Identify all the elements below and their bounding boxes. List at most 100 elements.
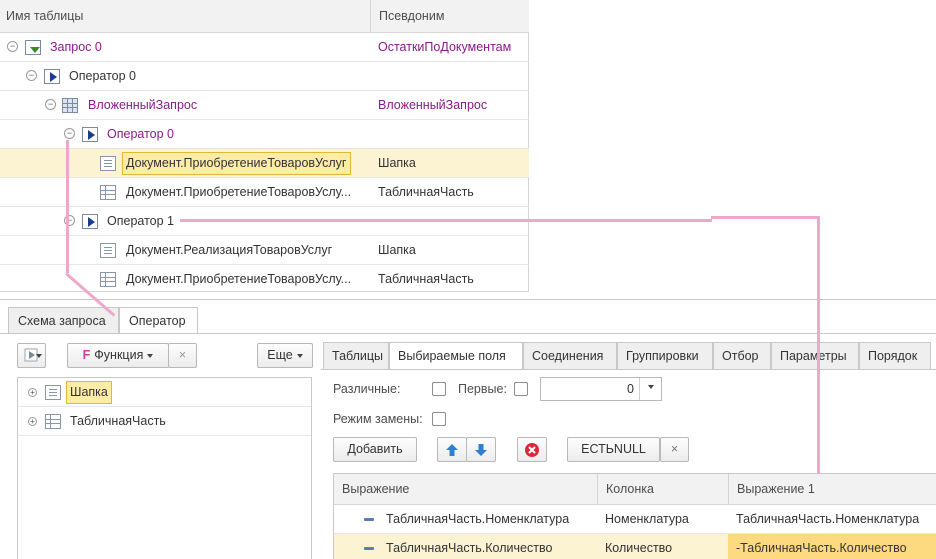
table-icon xyxy=(45,414,61,429)
annotation-line xyxy=(66,140,69,273)
tree-row-nested-query[interactable]: − ВложенныйЗапрос ВложенныйЗапрос xyxy=(0,91,529,120)
collapse-icon[interactable]: − xyxy=(26,70,37,81)
table-icon xyxy=(100,272,116,287)
query-icon xyxy=(25,40,41,55)
delete-field-button[interactable] xyxy=(517,437,547,462)
replace-mode-label: Режим замены: xyxy=(333,412,423,426)
tab-tables[interactable]: Таблицы xyxy=(323,342,389,370)
cell-column: Номенклатура xyxy=(605,512,689,526)
tree-row-name: Документ.ПриобретениеТоваровУслуг xyxy=(122,152,351,175)
first-checkbox[interactable] xyxy=(514,382,528,396)
move-down-button[interactable] xyxy=(466,437,496,462)
tab-order[interactable]: Порядок xyxy=(859,342,931,370)
tree-row-alias: ТабличнаяЧасть xyxy=(378,185,474,199)
tree-row-name: Документ.РеализацияТоваровУслуг xyxy=(126,243,333,257)
function-button[interactable]: F Функция xyxy=(67,343,169,368)
annotation-line xyxy=(180,219,712,222)
expand-icon[interactable]: + xyxy=(28,388,37,397)
tree-row-query-0[interactable]: − Запрос 0 ОстаткиПоДокументам xyxy=(0,33,529,62)
more-button[interactable]: Еще xyxy=(257,343,313,368)
isnull-button[interactable]: ЕСТЬNULL xyxy=(567,437,660,462)
distinct-checkbox[interactable] xyxy=(432,382,446,396)
operator-icon xyxy=(82,214,98,229)
collapse-icon[interactable]: − xyxy=(7,41,18,52)
tree-row-name: Оператор 0 xyxy=(107,127,174,141)
grid-column-expression-1[interactable]: Выражение 1 xyxy=(728,474,936,505)
annotation-line xyxy=(817,216,820,474)
collapse-icon[interactable]: − xyxy=(45,99,56,110)
tab-selected-fields[interactable]: Выбираемые поля xyxy=(389,342,523,370)
tree-column-alias[interactable]: Псевдоним xyxy=(370,0,529,33)
list-item-header-table[interactable]: + Шапка xyxy=(18,378,311,407)
chevron-down-icon xyxy=(36,354,42,358)
cell-column: Количество xyxy=(605,541,673,555)
tab-operator[interactable]: Оператор xyxy=(119,307,198,334)
field-icon xyxy=(364,547,374,550)
field-icon xyxy=(364,518,374,521)
first-count-value: 0 xyxy=(627,382,634,396)
tree-row-name: Документ.ПриобретениеТоваровУслу... xyxy=(126,185,352,199)
more-label: Еще xyxy=(267,348,293,362)
document-icon xyxy=(100,156,116,171)
grid-column-column[interactable]: Колонка xyxy=(597,474,728,505)
cell-expression: ТабличнаяЧасть.Количество xyxy=(386,541,553,555)
tab-filter[interactable]: Отбор xyxy=(713,342,771,370)
tree-row-nested-operator-0[interactable]: − Оператор 0 xyxy=(0,120,529,149)
tree-row-document-header[interactable]: Документ.ПриобретениеТоваровУслуг Шапка xyxy=(0,149,529,178)
arrow-up-icon xyxy=(446,444,458,456)
chevron-down-icon xyxy=(147,353,154,358)
replace-mode-checkbox[interactable] xyxy=(432,412,446,426)
tree-row-name: Документ.ПриобретениеТоваровУслу... xyxy=(126,272,352,286)
document-icon xyxy=(45,385,61,400)
query-tables-tree: Имя таблицы Псевдоним − Запрос 0 Остатки… xyxy=(0,0,529,292)
tree-row-operator-0[interactable]: − Оператор 0 xyxy=(0,62,529,91)
function-clear-button[interactable]: × xyxy=(168,343,197,368)
table-icon xyxy=(100,185,116,200)
table-row[interactable]: ТабличнаяЧасть.Номенклатура Номенклатура… xyxy=(334,505,936,534)
tab-divider xyxy=(0,333,936,334)
operator-icon xyxy=(44,69,60,84)
add-field-button[interactable]: Добавить xyxy=(333,437,417,462)
function-label: Функция xyxy=(94,348,144,362)
tab-query-schema[interactable]: Схема запроса xyxy=(8,307,119,334)
delete-icon xyxy=(525,443,539,457)
expand-icon[interactable]: + xyxy=(28,417,37,426)
first-count-field[interactable]: 0 xyxy=(540,377,662,401)
tree-row-alias: ВложенныйЗапрос xyxy=(378,98,488,112)
table-row[interactable]: ТабличнаяЧасть.Количество Количество -Та… xyxy=(334,534,936,559)
cell-expression: ТабличнаяЧасть.Номенклатура xyxy=(386,512,570,526)
function-icon: F xyxy=(82,348,91,362)
tree-row-name: Оператор 1 xyxy=(107,214,174,228)
tree-row-name: Запрос 0 xyxy=(50,40,102,54)
query-designer-panel: Схема запроса Оператор F Функция × Еще + … xyxy=(0,299,936,559)
first-count-dropdown[interactable] xyxy=(639,378,661,400)
tree-row-alias: Шапка xyxy=(378,243,416,257)
arrow-down-icon xyxy=(475,444,487,456)
tab-grouping[interactable]: Группировки xyxy=(617,342,713,370)
tree-row-alias: ОстаткиПоДокументам xyxy=(378,40,512,54)
distinct-label: Различные: xyxy=(333,382,401,396)
fields-grid: Выражение Колонка Выражение 1 ТабличнаяЧ… xyxy=(333,473,936,559)
tab-parameters[interactable]: Параметры xyxy=(771,342,859,370)
collapse-icon[interactable]: − xyxy=(64,128,75,139)
chevron-down-icon xyxy=(296,353,303,358)
list-item-tabular-table[interactable]: + ТабличнаяЧасть xyxy=(18,407,311,436)
cell-expression-1[interactable]: -ТабличнаяЧасть.Количество xyxy=(728,534,936,559)
available-tables-list: + Шапка + ТабличнаяЧасть xyxy=(17,377,312,559)
isnull-clear-button[interactable]: × xyxy=(660,437,689,462)
tab-joins[interactable]: Соединения xyxy=(523,342,617,370)
move-up-button[interactable] xyxy=(437,437,467,462)
tree-row-document-sales[interactable]: Документ.РеализацияТоваровУслуг Шапка xyxy=(0,236,529,265)
tree-row-document-tabular[interactable]: Документ.ПриобретениеТоваровУслу... Табл… xyxy=(0,178,529,207)
tree-row-alias: Шапка xyxy=(378,156,416,170)
grid-column-expression[interactable]: Выражение xyxy=(334,474,597,505)
tree-column-table-name[interactable]: Имя таблицы xyxy=(6,0,83,33)
operator-toggle-button[interactable] xyxy=(17,343,46,368)
operator-icon xyxy=(82,127,98,142)
tree-row-name: Оператор 0 xyxy=(69,69,136,83)
cell-expression-1: ТабличнаяЧасть.Номенклатура xyxy=(736,512,920,526)
list-item-label: Шапка xyxy=(66,381,112,404)
grid-header: Выражение Колонка Выражение 1 xyxy=(334,474,936,505)
document-icon xyxy=(100,243,116,258)
first-label: Первые: xyxy=(458,382,507,396)
